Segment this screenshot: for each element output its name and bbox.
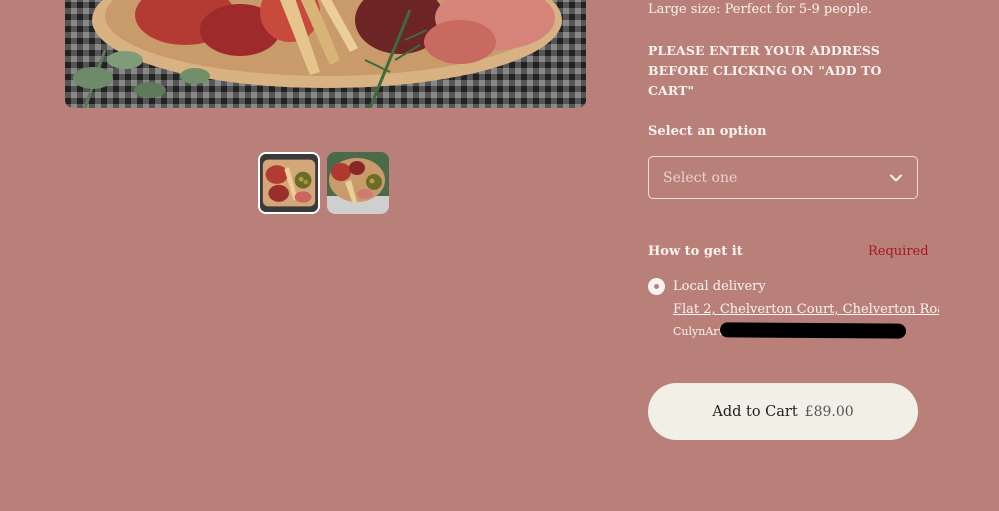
required-label: Required [868,244,929,259]
fulfillment-label: How to get it [648,244,743,259]
local-delivery-radio[interactable] [648,278,665,295]
main-product-image [65,0,586,108]
add-to-cart-button[interactable]: Add to Cart £89.00 [648,383,918,440]
add-to-cart-label: Add to Cart [712,403,798,420]
product-thumbnail-2[interactable] [327,152,389,214]
cart-price: £89.00 [804,403,854,420]
radio-selected-dot [654,284,659,289]
address-warning: PLEASE ENTER YOUR ADDRESS BEFORE CLICKIN… [648,43,882,98]
option-select[interactable]: Select one [648,156,918,199]
size-description: Large size: Perfect for 5-9 people. [648,2,873,17]
option-label: Select an option [648,124,767,139]
product-thumbnail-1[interactable] [258,152,320,214]
local-delivery-label[interactable]: Local delivery [673,279,766,294]
charcuterie-board-thumbnail-alt-icon [327,152,389,214]
delivery-address-link[interactable]: Flat 2, Chelverton Court, Chelverton Roa… [673,302,939,317]
redaction-mark [719,322,907,339]
chevron-down-icon [890,174,902,181]
product-page: Large size: Perfect for 5-9 people. PLEA… [0,0,999,511]
charcuterie-board-thumbnail-icon [260,154,318,212]
option-select-placeholder: Select one [663,169,738,186]
charcuterie-board-photo-icon [65,0,586,108]
